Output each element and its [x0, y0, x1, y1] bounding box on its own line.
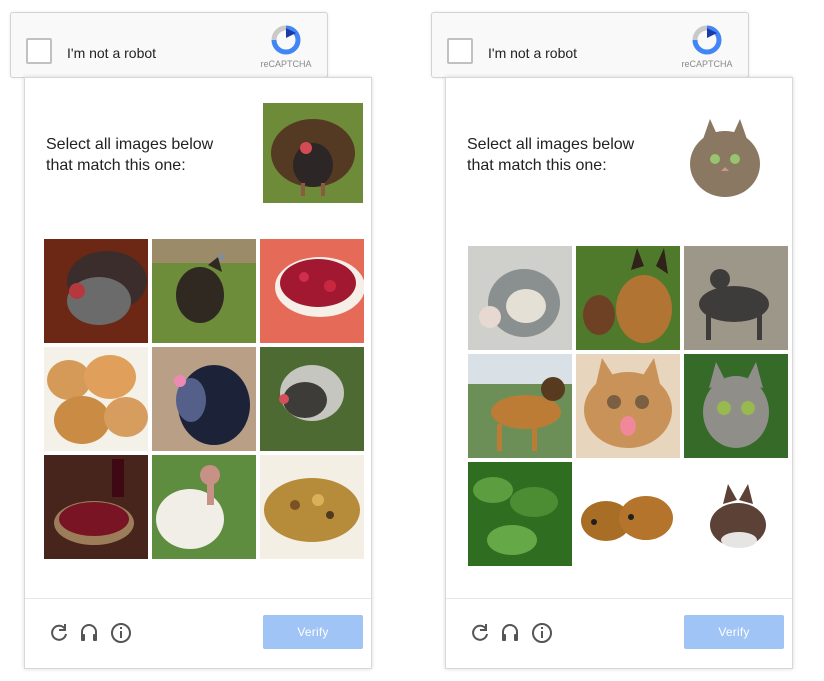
- german-shepherd-puppy-image: [576, 246, 680, 350]
- kitten-cream-image: [576, 354, 680, 458]
- leafy-plant-image: [468, 462, 572, 566]
- stuffing-image: [260, 455, 364, 559]
- image-tile[interactable]: [576, 462, 680, 566]
- turkey-dark-image: [152, 347, 256, 451]
- image-tile[interactable]: [684, 354, 788, 458]
- checkbox-bar: I'm not a robot reCAPTCHA: [431, 12, 749, 78]
- turkey-white-image: [152, 455, 256, 559]
- image-tile[interactable]: [152, 455, 256, 559]
- challenge-panel: Select all images below that match this …: [445, 77, 793, 669]
- recaptcha-logo: reCAPTCHA: [680, 23, 734, 77]
- turkey-display-image: [44, 239, 148, 343]
- kitten-small-image: [684, 462, 788, 566]
- image-tile[interactable]: [468, 246, 572, 350]
- prompt-line: that match this one:: [46, 157, 186, 174]
- image-tile[interactable]: [468, 462, 572, 566]
- info-icon[interactable]: [109, 621, 133, 645]
- image-grid: [468, 246, 788, 576]
- sample-image: [263, 103, 363, 203]
- challenge-panel: Select all images below that match this …: [24, 77, 372, 669]
- robot-checkbox[interactable]: [447, 38, 473, 64]
- turkey-sample-image: [263, 103, 363, 203]
- cat-sample-image: [682, 109, 768, 199]
- audio-icon[interactable]: [498, 621, 522, 645]
- image-tile[interactable]: [152, 347, 256, 451]
- reload-icon[interactable]: [468, 621, 492, 645]
- image-tile[interactable]: [44, 347, 148, 451]
- image-tile[interactable]: [152, 239, 256, 343]
- challenge-footer: Verify: [25, 599, 371, 669]
- reload-icon[interactable]: [47, 621, 71, 645]
- challenge-prompt: Select all images below that match this …: [46, 134, 236, 176]
- image-tile[interactable]: [44, 455, 148, 559]
- bread-rolls-image: [44, 347, 148, 451]
- image-tile[interactable]: [260, 455, 364, 559]
- grey-dog-image: [684, 246, 788, 350]
- image-tile[interactable]: [260, 347, 364, 451]
- sample-image: [682, 109, 768, 199]
- challenge-prompt: Select all images below that match this …: [467, 134, 657, 176]
- prompt-line: that match this one:: [467, 157, 607, 174]
- audio-icon[interactable]: [77, 621, 101, 645]
- recaptcha-icon: [692, 25, 722, 55]
- turkey-grass-image: [260, 347, 364, 451]
- image-tile[interactable]: [260, 239, 364, 343]
- guinea-pigs-image: [576, 462, 680, 566]
- kitten-sleeping-image: [468, 246, 572, 350]
- challenge-header: Select all images below that match this …: [25, 78, 371, 238]
- image-tile[interactable]: [684, 246, 788, 350]
- recaptcha-brand: reCAPTCHA: [681, 59, 733, 69]
- verify-button[interactable]: Verify: [684, 615, 784, 649]
- captcha-widget: I'm not a robot reCAPTCHA Select all ima…: [431, 12, 793, 672]
- robot-label: I'm not a robot: [488, 45, 578, 61]
- image-grid: [44, 239, 364, 569]
- image-tile[interactable]: [576, 246, 680, 350]
- info-icon[interactable]: [530, 621, 554, 645]
- prompt-line: Select all images below: [46, 136, 214, 153]
- recaptcha-icon: [271, 25, 301, 55]
- robot-checkbox[interactable]: [26, 38, 52, 64]
- recaptcha-logo: reCAPTCHA: [259, 23, 313, 77]
- cranberry-bowl-image: [260, 239, 364, 343]
- german-shepherd-image: [468, 354, 572, 458]
- recaptcha-brand: reCAPTCHA: [260, 59, 312, 69]
- challenge-footer: Verify: [446, 599, 792, 669]
- verify-button[interactable]: Verify: [263, 615, 363, 649]
- image-tile[interactable]: [44, 239, 148, 343]
- turkey-walking-image: [152, 239, 256, 343]
- captcha-widget: I'm not a robot reCAPTCHA Select all ima…: [10, 12, 372, 672]
- prompt-line: Select all images below: [467, 136, 635, 153]
- tabby-kitten-image: [684, 354, 788, 458]
- image-tile[interactable]: [576, 354, 680, 458]
- image-tile[interactable]: [468, 354, 572, 458]
- robot-label: I'm not a robot: [67, 45, 157, 61]
- image-tile[interactable]: [684, 462, 788, 566]
- challenge-header: Select all images below that match this …: [446, 78, 792, 238]
- checkbox-bar: I'm not a robot reCAPTCHA: [10, 12, 328, 78]
- wine-cranberries-image: [44, 455, 148, 559]
